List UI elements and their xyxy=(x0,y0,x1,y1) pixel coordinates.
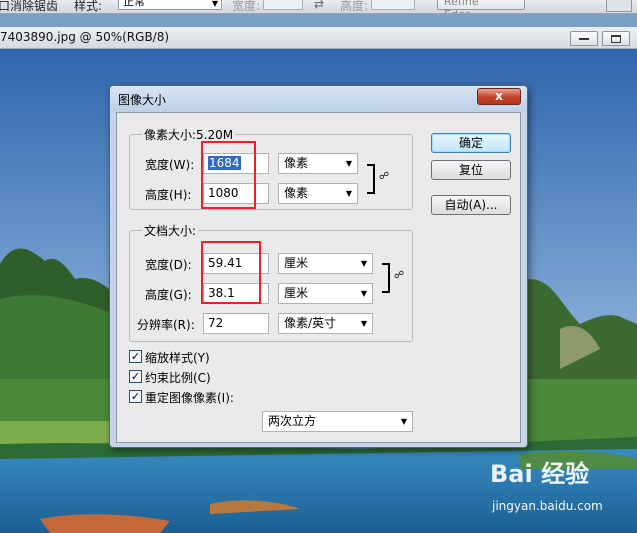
pixel-link-bracket xyxy=(367,164,375,194)
doc-width-unit-select[interactable]: 厘米 ▼ xyxy=(278,253,373,274)
chevron-down-icon: ▼ xyxy=(360,319,367,328)
highlight-box-document xyxy=(201,241,261,304)
options-bar: 口消除锯齿 样式: 正常 ▼ 宽度: ⇄ 高度: Refine Edge... xyxy=(0,0,637,14)
pixel-width-unit: 像素 xyxy=(284,156,309,170)
highlight-box-pixels xyxy=(201,141,256,209)
document-title: 7403890.jpg @ 50%(RGB/8) xyxy=(0,30,170,44)
restore-icon xyxy=(611,35,621,43)
pixel-width-label: 宽度(W): xyxy=(145,158,195,172)
doc-height-label: 高度(G): xyxy=(145,288,192,302)
document-size-legend: 文档大小: xyxy=(142,222,199,239)
restore-button[interactable] xyxy=(602,31,630,46)
resample-checkbox[interactable]: ✓ xyxy=(129,390,142,403)
style-select-value: 正常 xyxy=(123,0,145,8)
width-input[interactable] xyxy=(263,0,303,10)
scale-styles-checkbox[interactable]: ✓ xyxy=(129,350,142,363)
workspace-button[interactable] xyxy=(606,0,632,12)
chevron-down-icon: ▼ xyxy=(400,417,407,426)
dialog-body: 像素大小:5.20M 宽度(W): 1684 像素 ▼ 高度(H): 1080 … xyxy=(116,112,521,443)
scale-styles-label: 缩放样式(Y) xyxy=(145,351,210,365)
doc-height-unit: 厘米 xyxy=(284,286,309,300)
minimize-button[interactable] xyxy=(570,31,598,46)
chevron-down-icon: ▼ xyxy=(345,189,352,198)
close-button[interactable]: x xyxy=(477,88,521,105)
chevron-down-icon: ▼ xyxy=(345,159,352,168)
image-size-dialog: 图像大小 x 像素大小:5.20M 宽度(W): 1684 像素 ▼ 高度(H)… xyxy=(109,85,528,448)
minimize-icon xyxy=(579,38,589,40)
doc-width-label: 宽度(D): xyxy=(145,258,192,272)
document-title-bar: 7403890.jpg @ 50%(RGB/8) xyxy=(0,27,637,49)
pixel-height-unit-select[interactable]: 像素 ▼ xyxy=(278,183,358,204)
doc-height-unit-select[interactable]: 厘米 ▼ xyxy=(278,283,373,304)
pixel-height-unit: 像素 xyxy=(284,186,309,200)
reset-button[interactable]: 复位 xyxy=(431,160,511,180)
ok-button[interactable]: 确定 xyxy=(431,133,511,153)
doc-link-bracket xyxy=(382,263,390,293)
chain-link-icon: ☍ xyxy=(379,171,390,182)
pixel-height-label: 高度(H): xyxy=(145,188,192,202)
resolution-label: 分辨率(R): xyxy=(137,318,195,332)
height-input[interactable] xyxy=(371,0,415,10)
width-label: 宽度: xyxy=(232,0,261,13)
swap-icon[interactable]: ⇄ xyxy=(314,0,324,11)
watermark-url: jingyan.baidu.com xyxy=(492,499,603,513)
resample-method-select[interactable]: 两次立方 ▼ xyxy=(262,411,413,432)
chevron-down-icon: ▼ xyxy=(360,289,367,298)
refine-edge-button[interactable]: Refine Edge... xyxy=(437,0,525,13)
dialog-title-bar: 图像大小 x xyxy=(110,86,527,112)
height-label: 高度: xyxy=(340,0,369,13)
constrain-proportions-label: 约束比例(C) xyxy=(145,371,211,385)
anti-alias-label: 口消除锯齿 xyxy=(0,0,59,13)
auto-button[interactable]: 自动(A)... xyxy=(431,195,511,215)
chevron-down-icon: ▼ xyxy=(360,259,367,268)
constrain-proportions-checkbox[interactable]: ✓ xyxy=(129,370,142,383)
pixel-width-unit-select[interactable]: 像素 ▼ xyxy=(278,153,358,174)
chevron-down-icon: ▼ xyxy=(211,0,218,8)
resolution-unit: 像素/英寸 xyxy=(284,316,337,330)
chain-link-icon: ☍ xyxy=(394,270,405,281)
resolution-unit-select[interactable]: 像素/英寸 ▼ xyxy=(278,313,373,334)
doc-width-unit: 厘米 xyxy=(284,256,309,270)
style-select[interactable]: 正常 ▼ xyxy=(118,0,222,10)
resolution-value: 72 xyxy=(208,316,224,330)
resolution-input[interactable]: 72 xyxy=(203,313,269,334)
baidu-watermark-logo: Bai 经验 xyxy=(490,460,590,488)
style-label: 样式: xyxy=(74,0,103,13)
resample-method-value: 两次立方 xyxy=(268,414,317,428)
dialog-title: 图像大小 xyxy=(118,93,167,107)
resample-label: 重定图像像素(I): xyxy=(145,391,234,405)
